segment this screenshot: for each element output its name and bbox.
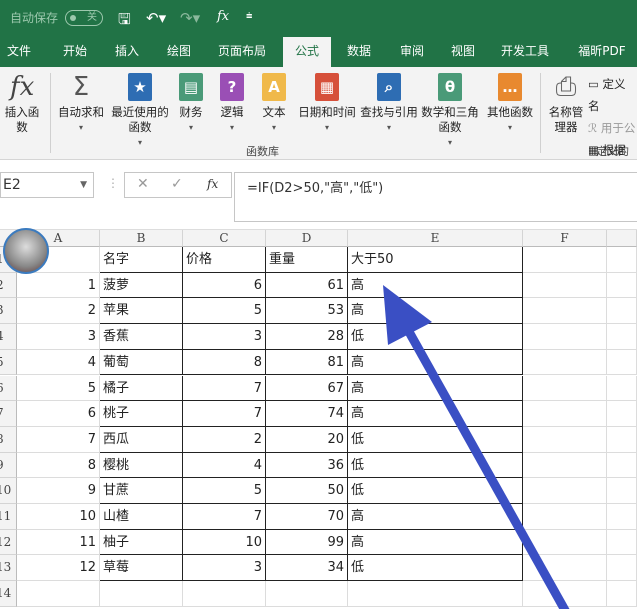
- arrow-shaft: [404, 327, 570, 609]
- annotation-arrow: [383, 285, 570, 609]
